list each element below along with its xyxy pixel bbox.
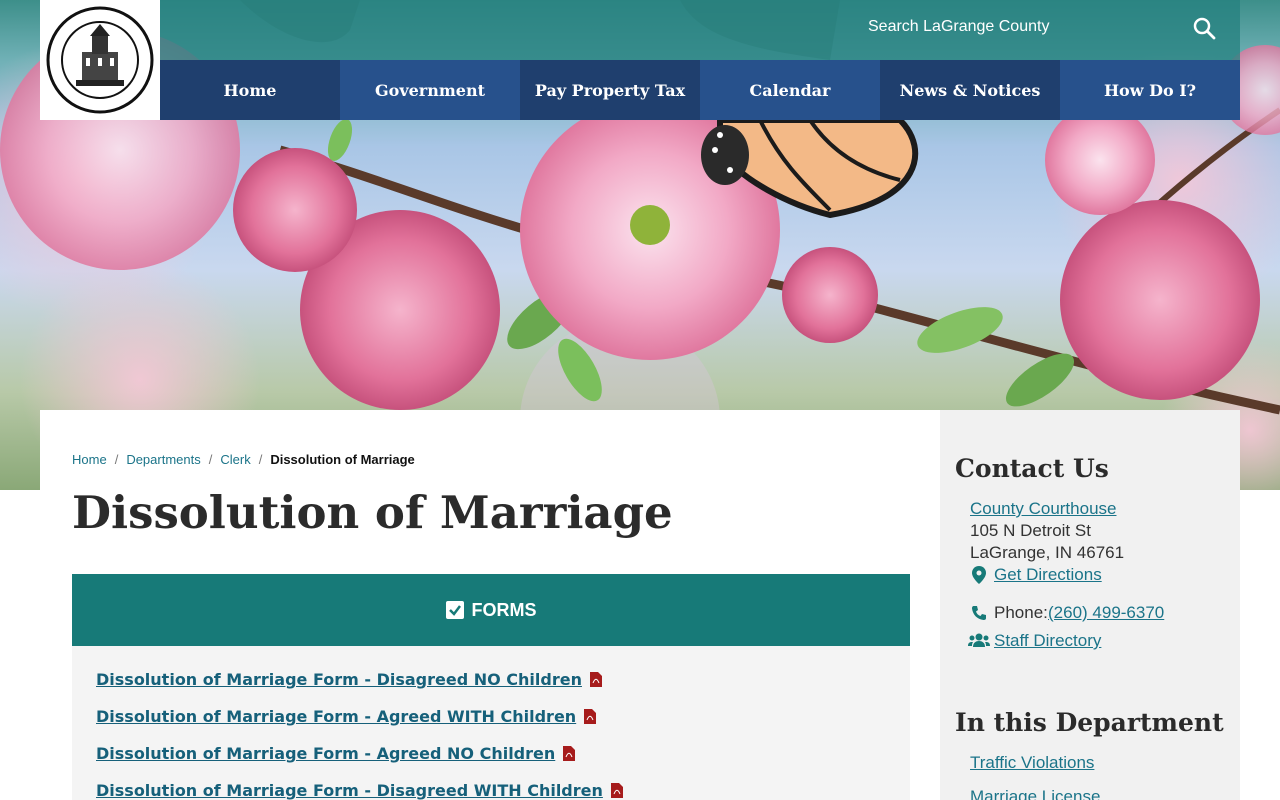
phone-icon bbox=[971, 605, 989, 623]
nav-item-government[interactable]: Government bbox=[340, 60, 520, 120]
form-link-label: Dissolution of Marriage Form - Disagreed… bbox=[96, 670, 582, 689]
page-title: Dissolution of Marriage bbox=[72, 486, 673, 539]
search-input[interactable]: Search LaGrange County bbox=[868, 18, 1049, 36]
forms-header-label: FORMS bbox=[471, 599, 537, 620]
form-link-label: Dissolution of Marriage Form - Agreed NO… bbox=[96, 744, 556, 763]
department-heading: In this Department bbox=[955, 708, 1224, 737]
nav-item-news-notices[interactable]: News & Notices bbox=[880, 60, 1060, 120]
county-seal-logo[interactable] bbox=[40, 0, 160, 120]
breadcrumb-departments[interactable]: Departments bbox=[126, 452, 200, 467]
nav-item-pay-property-tax[interactable]: Pay Property Tax bbox=[520, 60, 700, 120]
breadcrumb-clerk[interactable]: Clerk bbox=[220, 452, 250, 467]
department-link-marriage-license[interactable]: Marriage License bbox=[970, 787, 1100, 800]
breadcrumb: Home / Departments / Clerk / Dissolution… bbox=[72, 452, 415, 467]
map-pin-icon bbox=[972, 566, 990, 584]
form-link-agreed-no-children[interactable]: Dissolution of Marriage Form - Agreed NO… bbox=[96, 744, 576, 763]
main-content: Home / Departments / Clerk / Dissolution… bbox=[40, 410, 940, 800]
form-link-disagreed-no-children[interactable]: Dissolution of Marriage Form - Disagreed… bbox=[96, 670, 602, 689]
nav-item-home[interactable]: Home bbox=[160, 60, 340, 120]
address-line-2: LaGrange, IN 46761 bbox=[970, 543, 1125, 562]
breadcrumb-home[interactable]: Home bbox=[72, 452, 107, 467]
phone-label: Phone: bbox=[994, 603, 1048, 622]
forms-accordion-header[interactable]: FORMS bbox=[72, 574, 910, 646]
forms-list: Dissolution of Marriage Form - Disagreed… bbox=[72, 646, 910, 800]
breadcrumb-current: Dissolution of Marriage bbox=[270, 452, 415, 467]
breadcrumb-separator: / bbox=[258, 452, 263, 467]
get-directions-link[interactable]: Get Directions bbox=[994, 565, 1102, 585]
form-link-agreed-with-children[interactable]: Dissolution of Marriage Form - Agreed WI… bbox=[96, 707, 597, 726]
pdf-icon bbox=[584, 709, 597, 724]
breadcrumb-separator: / bbox=[114, 452, 119, 467]
nav-item-how-do-i[interactable]: How Do I? bbox=[1060, 60, 1240, 120]
search-icon[interactable] bbox=[1192, 16, 1218, 42]
sidebar: Contact Us County Courthouse 105 N Detro… bbox=[940, 410, 1240, 800]
form-link-label: Dissolution of Marriage Form - Agreed WI… bbox=[96, 707, 577, 726]
header-top-bar bbox=[160, 0, 1240, 60]
county-courthouse-link[interactable]: County Courthouse bbox=[970, 499, 1116, 519]
phone-link[interactable]: (260) 499-6370 bbox=[1048, 603, 1164, 623]
main-navigation: Home Government Pay Property Tax Calenda… bbox=[160, 60, 1240, 120]
department-link-traffic-violations[interactable]: Traffic Violations bbox=[970, 753, 1094, 773]
nav-item-calendar[interactable]: Calendar bbox=[700, 60, 880, 120]
staff-directory-link[interactable]: Staff Directory bbox=[994, 631, 1101, 651]
staff-users-icon bbox=[968, 632, 990, 650]
address-line-1: 105 N Detroit St bbox=[970, 521, 1091, 540]
breadcrumb-separator: / bbox=[208, 452, 213, 467]
checkbox-icon bbox=[445, 601, 464, 619]
contact-heading: Contact Us bbox=[955, 454, 1109, 483]
form-link-label: Dissolution of Marriage Form - Disagreed… bbox=[96, 781, 603, 800]
pdf-icon bbox=[563, 746, 576, 761]
pdf-icon bbox=[610, 783, 623, 798]
pdf-icon bbox=[589, 672, 602, 687]
form-link-disagreed-with-children[interactable]: Dissolution of Marriage Form - Disagreed… bbox=[96, 781, 623, 800]
county-seal-icon bbox=[46, 6, 154, 114]
